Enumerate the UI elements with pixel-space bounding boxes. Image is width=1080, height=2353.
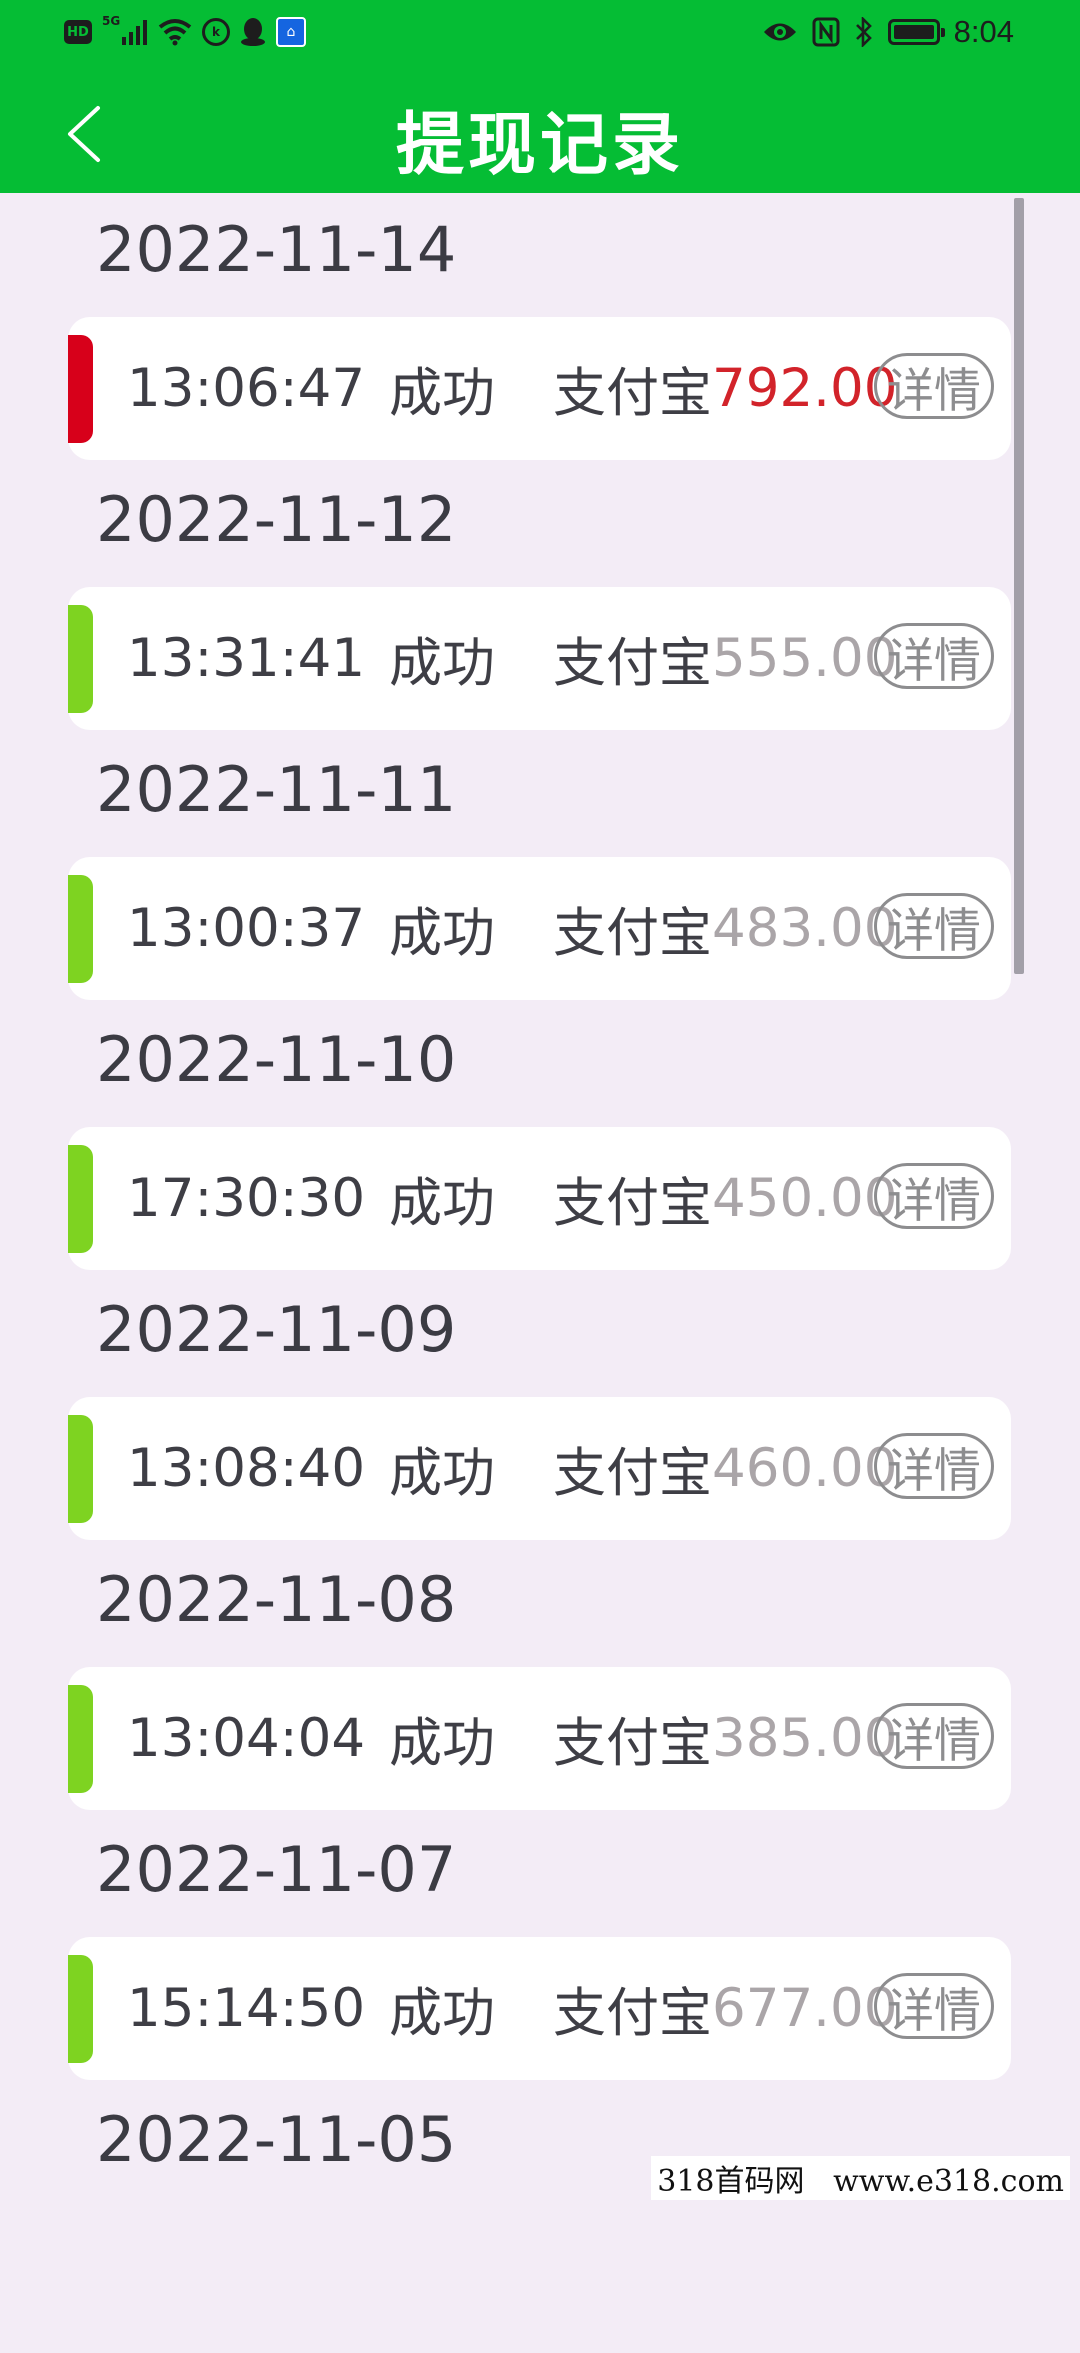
bluetooth-icon [854,17,874,47]
record-amount: 792.00 [712,358,898,419]
record-method: 支付宝 [553,362,712,424]
withdrawal-record-list[interactable]: 2022-11-14 13:06:47 成功 支付宝 792.00 详情 202… [0,193,1080,2353]
record-date: 2022-11-09 [96,1293,457,1366]
record-group: 2022-11-05 [0,2083,1080,2353]
record-status: 成功 [389,902,495,964]
app-circle-icon: k [202,18,230,46]
wifi-icon [158,17,192,47]
record-amount: 460.00 [712,1438,898,1499]
header-bar: HD 5G k ⌂ 8:04 提现记录 [0,0,1080,193]
record-date: 2022-11-10 [96,1023,457,1096]
record-accent-bar [68,605,93,713]
battery-icon [887,17,945,47]
detail-button[interactable]: 详情 [874,893,994,959]
record-date: 2022-11-14 [96,213,457,286]
network-type-label: 5G [102,14,121,28]
record-amount: 483.00 [712,898,898,959]
detail-button[interactable]: 详情 [874,1433,994,1499]
record-time: 13:04:04 [127,1708,366,1769]
record-date: 2022-11-05 [96,2103,457,2176]
record-group: 2022-11-09 13:08:40 成功 支付宝 460.00 详情 [0,1273,1080,1543]
record-accent-bar [68,1415,93,1523]
scrollbar[interactable] [1014,198,1024,974]
record-amount: 677.00 [712,1978,898,2039]
record-time: 13:06:47 [127,358,366,419]
record-amount: 555.00 [712,628,898,689]
record-accent-bar [68,1145,93,1253]
record-time: 13:31:41 [127,628,366,689]
signal-icon: 5G [102,14,148,47]
record-method: 支付宝 [553,1172,712,1234]
detail-button[interactable]: 详情 [874,353,994,419]
record-time: 13:08:40 [127,1438,366,1499]
eye-icon [762,17,798,47]
record-date: 2022-11-08 [96,1563,457,1636]
record-status: 成功 [389,1172,495,1234]
record-group: 2022-11-07 15:14:50 成功 支付宝 677.00 详情 [0,1813,1080,2083]
record-method: 支付宝 [553,1982,712,2044]
record-group: 2022-11-10 17:30:30 成功 支付宝 450.00 详情 [0,1003,1080,1273]
record-method: 支付宝 [553,1712,712,1774]
record-status: 成功 [389,362,495,424]
record-method: 支付宝 [553,632,712,694]
detail-button[interactable]: 详情 [874,623,994,689]
record-group: 2022-11-08 13:04:04 成功 支付宝 385.00 详情 [0,1543,1080,1813]
record-accent-bar [68,1955,93,2063]
record-accent-bar [68,335,93,443]
record-date: 2022-11-07 [96,1833,457,1906]
record-date: 2022-11-11 [96,753,457,826]
record-status: 成功 [389,1712,495,1774]
nfc-icon [812,17,840,47]
detail-button[interactable]: 详情 [874,1973,994,2039]
record-method: 支付宝 [553,902,712,964]
record-status: 成功 [389,1442,495,1504]
record-date: 2022-11-12 [96,483,457,556]
status-time: 8:04 [953,14,1014,49]
watermark-text: 318首码网 www.e318.com [651,2156,1070,2200]
record-time: 15:14:50 [127,1978,366,2039]
record-time: 13:00:37 [127,898,366,959]
status-bar: HD 5G k ⌂ 8:04 [0,0,1080,66]
record-amount: 450.00 [712,1168,898,1229]
record-status: 成功 [389,632,495,694]
record-amount: 385.00 [712,1708,898,1769]
hd-icon: HD [64,20,92,44]
record-method: 支付宝 [553,1442,712,1504]
record-accent-bar [68,875,93,983]
app-square-icon: ⌂ [276,17,306,47]
page-title: 提现记录 [395,106,684,185]
detail-button[interactable]: 详情 [874,1163,994,1229]
record-group: 2022-11-12 13:31:41 成功 支付宝 555.00 详情 [0,463,1080,733]
detail-button[interactable]: 详情 [874,1703,994,1769]
record-group: 2022-11-11 13:00:37 成功 支付宝 483.00 详情 [0,733,1080,1003]
record-accent-bar [68,1685,93,1793]
record-group: 2022-11-14 13:06:47 成功 支付宝 792.00 详情 [0,193,1080,463]
record-status: 成功 [389,1982,495,2044]
qq-penguin-icon [240,17,266,47]
record-time: 17:30:30 [127,1168,366,1229]
